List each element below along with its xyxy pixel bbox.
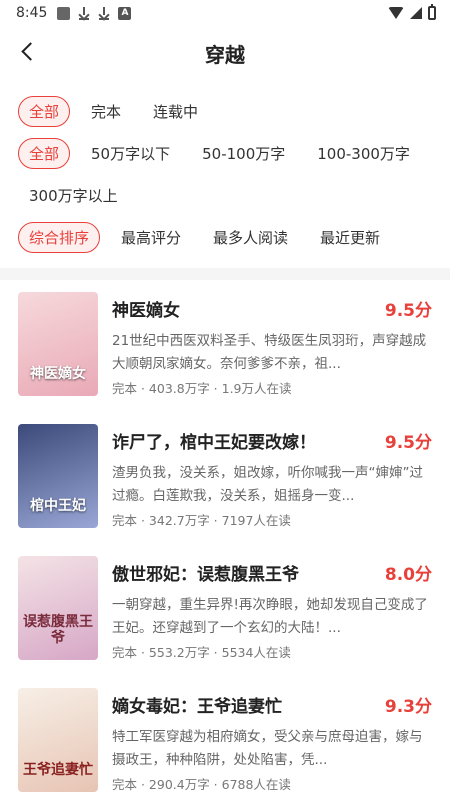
filter-status-ongoing[interactable]: 连载中 [142,96,209,127]
status-filter-row: 全部 完本 连载中 [0,96,450,127]
sort-row: 综合排序 最高评分 最多人阅读 最近更新 [0,222,450,253]
header: 穿越 [0,26,450,80]
book-cover: 棺中王妃 [18,424,98,528]
book-title: 神医嫡女 [112,301,180,320]
book-cover: 神医嫡女 [18,292,98,396]
filter-words-over-300[interactable]: 300万字以上 [18,180,129,211]
book-card[interactable]: 误惹腹黑王爷 傲世邪妃：误惹腹黑王爷 8.0分 一朝穿越，重生异界!再次睁眼，她… [0,544,450,676]
status-bar: 8:45 A [0,0,450,26]
book-score: 8.0分 [384,565,432,585]
book-meta: 完本 · 553.2万字 · 5534人在读 [112,645,291,660]
cover-title: 棺中王妃 [30,498,86,514]
book-meta: 完本 · 290.4万字 · 6788人在读 [112,777,291,792]
sort-top-rated[interactable]: 最高评分 [110,222,192,253]
book-score: 9.5分 [384,301,432,321]
wifi-icon [388,7,404,19]
app-a-icon: A [118,6,132,20]
book-description: 渣男负我，没关系，姐改嫁，听你喊我一声“婶婶”过过瘾。白莲欺我，没关系，姐摇身一… [112,465,423,504]
signal-icon [410,7,422,19]
cover-title: 神医嫡女 [30,366,86,382]
system-icons [388,4,436,20]
book-description: 特工军医穿越为相府嫡女，受父亲与庶母迫害，嫁与摄政王，种种陷阱，处处陷害，凭..… [112,729,423,768]
back-arrow-icon [21,42,40,61]
filter-words-under-50[interactable]: 50万字以下 [80,138,181,169]
book-cover: 误惹腹黑王爷 [18,556,98,660]
sort-recent[interactable]: 最近更新 [309,222,391,253]
book-cover: 王爷追妻忙 [18,688,98,792]
book-meta: 完本 · 403.8万字 · 1.9万人在读 [112,381,292,396]
battery-icon [428,4,436,20]
book-description: 21世纪中西医双料圣手、特级医生凤羽珩，声穿越成大顺朝凤家嫡女。奈何爹爹不亲，祖… [112,333,427,372]
book-title: 傲世邪妃：误惹腹黑王爷 [112,565,299,584]
download-icon [98,6,110,20]
page-title: 穿越 [205,42,245,67]
book-card[interactable]: 神医嫡女 神医嫡女 9.5分 21世纪中西医双料圣手、特级医生凤羽珩，声穿越成大… [0,280,450,412]
book-title: 诈尸了，棺中王妃要改嫁！ [112,433,316,452]
word-count-filter-row-2: 300万字以上 [0,180,450,211]
cover-title: 误惹腹黑王爷 [23,614,93,646]
book-card[interactable]: 王爷追妻忙 嫡女毒妃：王爷追妻忙 9.3分 特工军医穿越为相府嫡女，受父亲与庶母… [0,676,450,800]
filter-words-all[interactable]: 全部 [18,138,71,169]
book-score: 9.5分 [384,433,432,453]
filter-words-100-300[interactable]: 100-300万字 [306,138,421,169]
book-list: 神医嫡女 神医嫡女 9.5分 21世纪中西医双料圣手、特级医生凤羽珩，声穿越成大… [0,268,450,800]
book-title: 嫡女毒妃：王爷追妻忙 [112,697,282,716]
sort-overall[interactable]: 综合排序 [18,222,101,253]
book-card[interactable]: 棺中王妃 诈尸了，棺中王妃要改嫁！ 9.5分 渣男负我，没关系，姐改嫁，听你喊我… [0,412,450,544]
notification-icons: A [57,6,132,20]
filter-status-all[interactable]: 全部 [18,96,71,127]
book-score: 9.3分 [384,697,432,717]
book-meta: 完本 · 342.7万字 · 7197人在读 [112,513,291,528]
cover-title: 王爷追妻忙 [23,762,93,778]
download-icon [78,6,90,20]
filter-words-50-100[interactable]: 50-100万字 [191,138,296,169]
book-description: 一朝穿越，重生异界!再次睁眼，她却发现自己变成了王妃。还穿越到了一个玄幻的大陆！… [112,597,428,636]
notification-square-icon [57,6,71,20]
word-count-filter-row: 全部 50万字以下 50-100万字 100-300万字 [0,138,450,169]
back-button[interactable] [14,38,44,68]
filter-status-finished[interactable]: 完本 [80,96,132,127]
sort-most-read[interactable]: 最多人阅读 [202,222,299,253]
status-time: 8:45 [16,5,48,21]
